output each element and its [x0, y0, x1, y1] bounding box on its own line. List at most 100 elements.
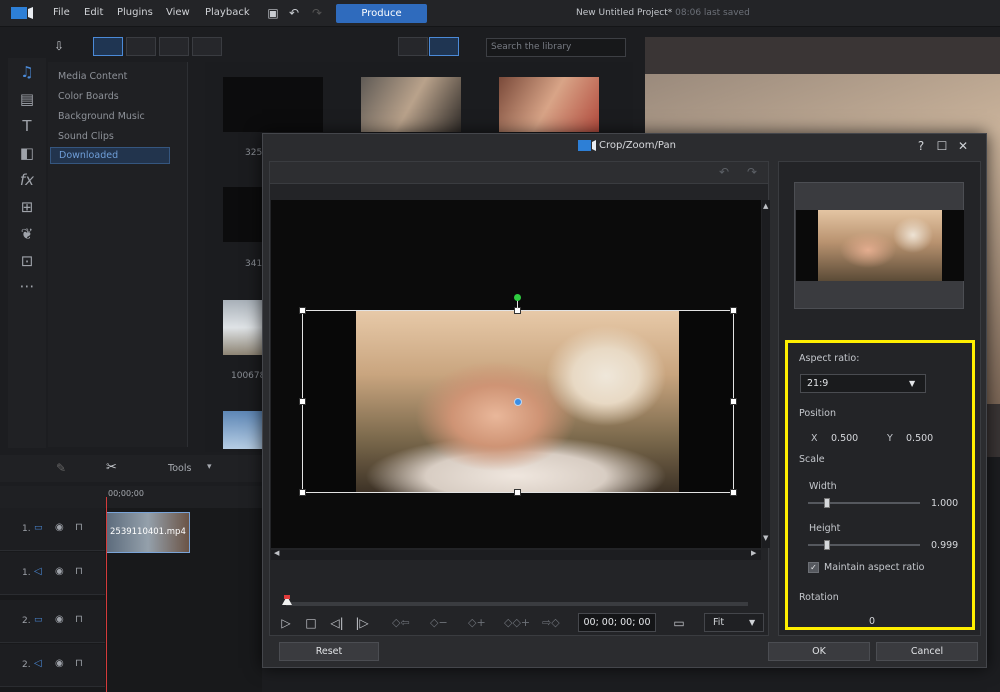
particle-room-icon[interactable]: ❦ — [17, 224, 37, 244]
tree-item-downloaded[interactable]: Downloaded — [50, 147, 170, 164]
scroll-down-icon[interactable]: ▼ — [763, 534, 768, 542]
track-header[interactable]: 1. ◁ ◉ ⊓ — [0, 552, 105, 595]
menu-view[interactable]: View — [166, 7, 190, 18]
maintain-aspect-checkbox[interactable]: ✓ — [808, 562, 819, 573]
transition-room-icon[interactable]: ◧ — [17, 143, 37, 163]
tree-item-media-content[interactable]: Media Content — [58, 71, 127, 82]
tree-item-color-boards[interactable]: Color Boards — [58, 91, 119, 102]
next-frame-icon[interactable]: |▷ — [354, 615, 370, 631]
pip-room-icon[interactable]: ⊞ — [17, 197, 37, 217]
crop-canvas[interactable] — [271, 200, 761, 548]
library-search-input[interactable]: Search the library — [486, 38, 626, 57]
duplicate-keyframe-icon[interactable]: ◇◇+ — [504, 615, 530, 631]
eye-icon[interactable]: ◉ — [55, 614, 64, 625]
track-header[interactable]: 2. ▭ ◉ ⊓ — [0, 600, 105, 643]
previous-frame-icon[interactable]: ◁| — [329, 615, 345, 631]
track-header[interactable]: 1. ▭ ◉ ⊓ — [0, 508, 105, 551]
produce-button[interactable]: Produce — [336, 4, 427, 23]
thumbnail-label: 325 — [245, 148, 263, 158]
previous-keyframe-icon[interactable]: ◇⇦ — [392, 615, 410, 631]
media-thumbnail[interactable] — [223, 77, 323, 132]
video-tab-icon[interactable] — [126, 37, 156, 56]
play-icon[interactable]: ▷ — [278, 615, 294, 631]
subtitle-room-icon[interactable]: ⊡ — [17, 251, 37, 271]
center-handle[interactable] — [514, 398, 522, 406]
resize-handle-bottom-left[interactable] — [299, 489, 306, 496]
fx-room-icon[interactable]: fx — [17, 170, 37, 190]
timecode-field[interactable]: 00; 00; 00; 00 — [578, 613, 656, 632]
eye-icon[interactable]: ◉ — [55, 566, 64, 577]
lock-icon[interactable]: ⊓ — [75, 658, 83, 669]
import-icon[interactable]: ⇩ — [54, 39, 72, 55]
grid-view-icon[interactable] — [429, 37, 459, 56]
height-value[interactable]: 0.999 — [931, 540, 958, 551]
zoom-fit-select[interactable]: Fit ▼ — [704, 613, 764, 632]
redo-icon[interactable]: ↷ — [747, 165, 757, 179]
safe-zone-icon[interactable]: ▭ — [671, 615, 687, 631]
position-x-value[interactable]: 0.500 — [831, 433, 858, 444]
lock-icon[interactable]: ⊓ — [75, 522, 83, 533]
maximize-icon[interactable]: ☐ — [934, 138, 950, 154]
menu-plugins[interactable]: Plugins — [117, 7, 153, 18]
pen-icon[interactable]: ✎ — [56, 461, 66, 475]
menu-edit[interactable]: Edit — [84, 7, 103, 18]
keyframe-timeline[interactable] — [286, 602, 748, 606]
audio-tab-icon[interactable] — [192, 37, 222, 56]
next-keyframe-icon[interactable]: ⇨◇ — [542, 615, 560, 631]
track-header[interactable]: 2. ◁ ◉ ⊓ — [0, 644, 105, 687]
scroll-left-icon[interactable]: ◀ — [274, 549, 279, 557]
image-tab-icon[interactable] — [159, 37, 189, 56]
tree-item-sound-clips[interactable]: Sound Clips — [58, 131, 114, 142]
help-icon[interactable]: ? — [913, 138, 929, 154]
width-slider-knob[interactable] — [824, 498, 830, 508]
height-slider-knob[interactable] — [824, 540, 830, 550]
resize-handle-bottom-right[interactable] — [730, 489, 737, 496]
resize-handle-bottom[interactable] — [514, 489, 521, 496]
chevron-down-icon[interactable]: ▾ — [207, 462, 212, 472]
tools-menu[interactable]: Tools — [168, 463, 191, 474]
lock-icon[interactable]: ⊓ — [75, 566, 83, 577]
menu-playback[interactable]: Playback — [205, 7, 250, 18]
width-value[interactable]: 1.000 — [931, 498, 958, 509]
position-y-value[interactable]: 0.500 — [906, 433, 933, 444]
media-tab-icon[interactable] — [93, 37, 123, 56]
list-view-icon[interactable] — [398, 37, 428, 56]
lock-icon[interactable]: ⊓ — [75, 614, 83, 625]
remove-keyframe-icon[interactable]: ◇− — [430, 615, 448, 631]
add-keyframe-icon[interactable]: ◇+ — [468, 615, 486, 631]
playhead[interactable] — [106, 497, 107, 692]
crop-frame[interactable] — [299, 294, 737, 496]
resize-handle-right[interactable] — [730, 398, 737, 405]
scissors-icon[interactable]: ✂ — [106, 460, 117, 475]
close-icon[interactable]: ✕ — [955, 138, 971, 154]
scroll-up-icon[interactable]: ▲ — [763, 202, 768, 210]
resize-handle-left[interactable] — [299, 398, 306, 405]
horizontal-scrollbar[interactable]: ◀ ▶ — [271, 549, 761, 560]
timeline-clip[interactable]: 2539110401.mp4 — [106, 512, 190, 553]
save-icon[interactable]: ▣ — [264, 4, 282, 22]
title-room-icon[interactable]: ▤ — [17, 89, 37, 109]
vertical-scrollbar[interactable]: ▲ ▼ — [762, 200, 770, 548]
media-thumbnail[interactable] — [499, 77, 599, 132]
eye-icon[interactable]: ◉ — [55, 658, 64, 669]
resize-handle-top-right[interactable] — [730, 307, 737, 314]
more-icon[interactable]: ⋯ — [17, 276, 37, 296]
rotate-handle[interactable] — [514, 294, 521, 301]
eye-icon[interactable]: ◉ — [55, 522, 64, 533]
text-room-icon[interactable]: T — [17, 116, 37, 136]
media-thumbnail[interactable] — [361, 77, 461, 132]
ok-button[interactable]: OK — [768, 642, 870, 661]
scroll-right-icon[interactable]: ▶ — [751, 549, 756, 557]
undo-icon[interactable]: ↶ — [285, 4, 303, 22]
rotation-value[interactable]: 0 — [869, 616, 875, 627]
aspect-ratio-select[interactable]: 21:9 ▼ — [800, 374, 926, 393]
menu-file[interactable]: File — [53, 7, 70, 18]
undo-icon[interactable]: ↶ — [719, 165, 729, 179]
tree-item-background-music[interactable]: Background Music — [58, 111, 145, 122]
stop-icon[interactable]: □ — [303, 615, 319, 631]
media-room-icon[interactable]: ♫ — [17, 62, 37, 82]
cancel-button[interactable]: Cancel — [876, 642, 978, 661]
reset-button[interactable]: Reset — [279, 642, 379, 661]
resize-handle-top-left[interactable] — [299, 307, 306, 314]
redo-icon[interactable]: ↷ — [308, 4, 326, 22]
